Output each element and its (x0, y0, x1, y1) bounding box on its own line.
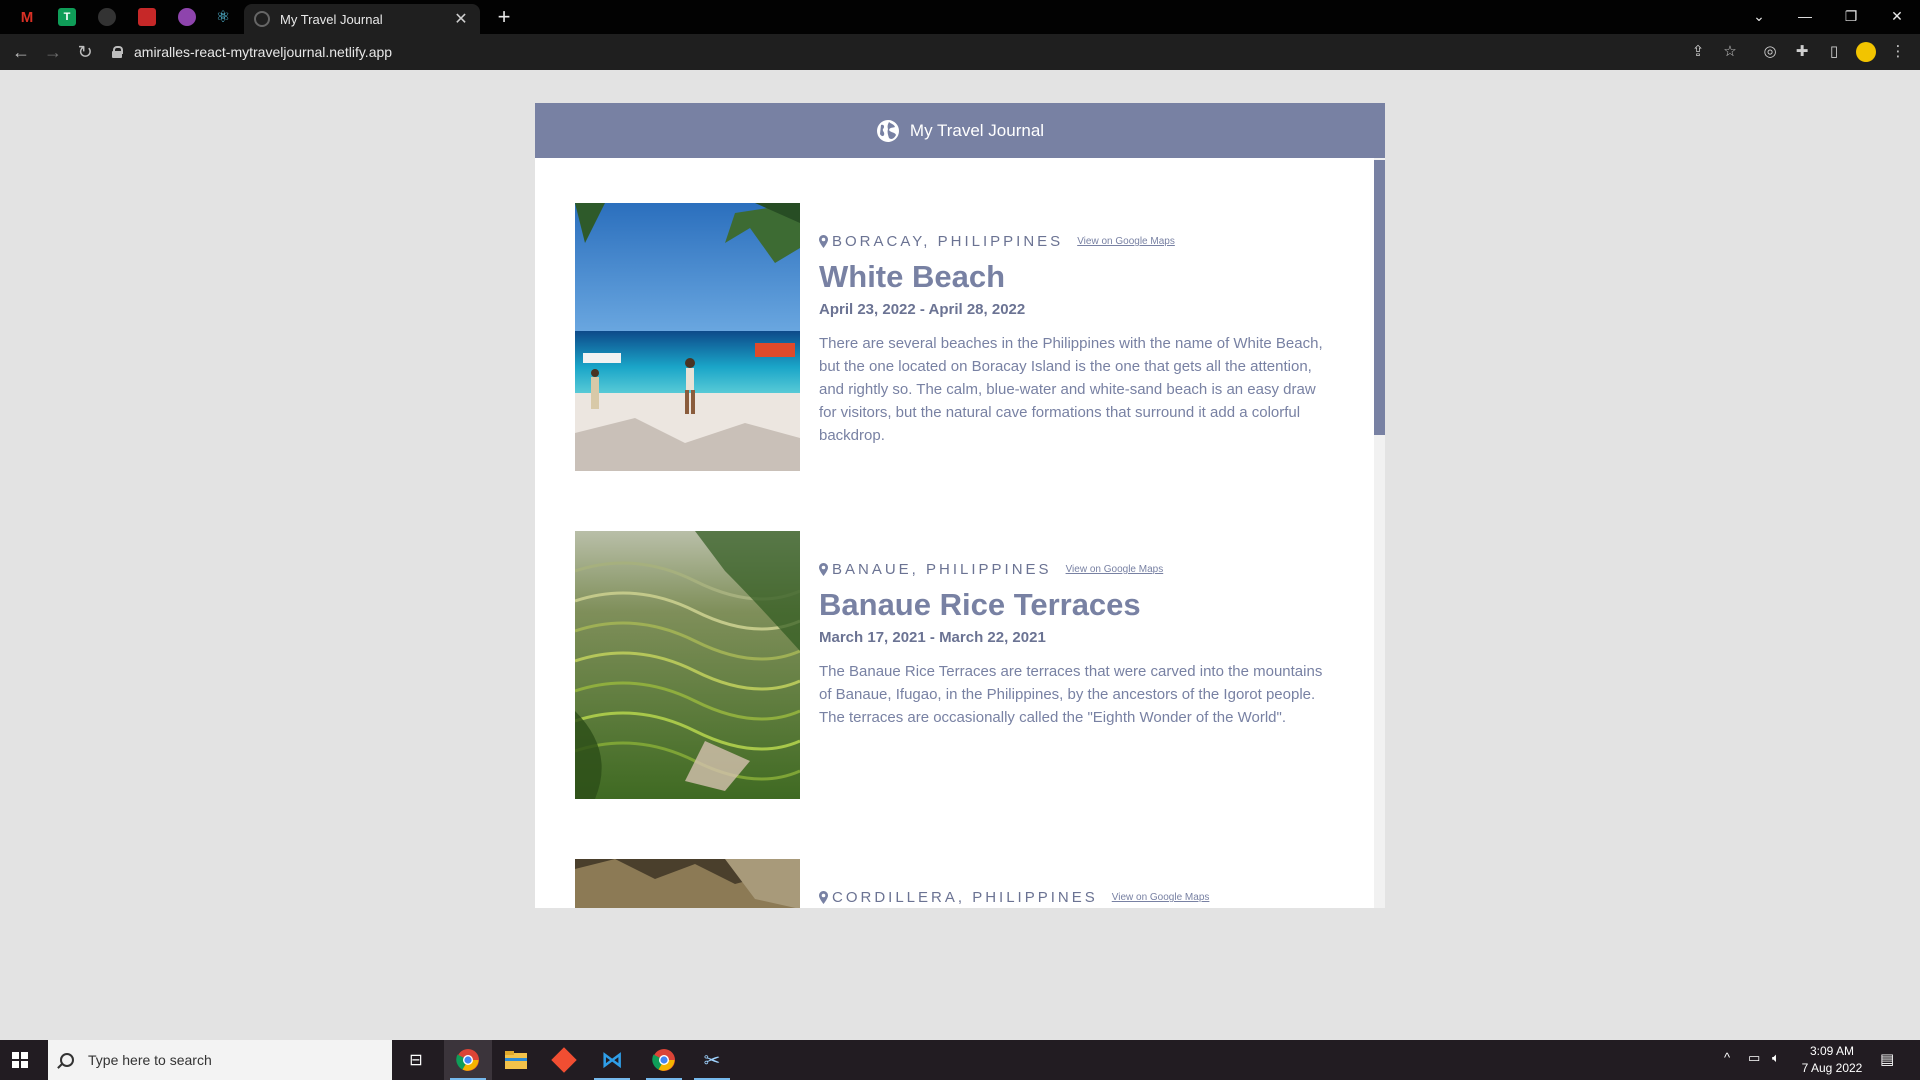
travel-journal-app: My Travel Journal BORACAY, PHILIPPINES V… (535, 103, 1385, 908)
notification-icon[interactable]: ▤ (1880, 1050, 1894, 1068)
extension-target-icon[interactable]: ◎ (1760, 42, 1780, 62)
vscode-button[interactable]: ⋈ (588, 1040, 636, 1080)
extensions-puzzle-icon[interactable]: ✚ (1792, 42, 1812, 62)
profile-avatar[interactable] (1856, 42, 1876, 62)
restore-button[interactable]: ❐ (1828, 2, 1874, 30)
close-tab-icon[interactable]: ✕ (452, 9, 470, 29)
purple-app-tab[interactable] (172, 5, 202, 29)
location-pin-icon (819, 563, 828, 576)
purple-app-icon (178, 8, 196, 26)
google-maps-link[interactable]: View on Google Maps (1112, 892, 1210, 903)
github-tab[interactable] (92, 5, 122, 29)
new-tab-button[interactable]: + (492, 6, 516, 30)
banaue-rice-terraces-photo (575, 531, 800, 799)
chrome-icon (456, 1049, 479, 1071)
close-window-button[interactable]: ✕ (1874, 2, 1920, 30)
windows-taskbar: Type here to search ⊟ ⋈ ✂ ^ ▭ 🔈︎ 3:09 AM… (0, 1040, 1920, 1080)
entry-location: BANAUE, PHILIPPINES (832, 561, 1052, 578)
snipping-icon: ✂ (703, 1049, 721, 1072)
entry-description: The Banaue Rice Terraces are terraces th… (819, 663, 1323, 726)
file-explorer-button[interactable] (492, 1040, 540, 1080)
bookmark-star-icon[interactable]: ☆ (1720, 42, 1740, 62)
git-app-button[interactable] (540, 1040, 588, 1080)
chrome-taskbar-button[interactable] (444, 1040, 492, 1080)
journal-entry: BANAUE, PHILIPPINES View on Google Maps … (575, 531, 1345, 799)
react-icon: ⚛ (215, 9, 231, 26)
globe-icon (876, 119, 899, 142)
gmail-tab[interactable]: M (12, 5, 42, 29)
forward-button[interactable]: → (40, 40, 66, 64)
location-pin-icon (819, 891, 828, 904)
entry-dates: April 23, 2022 - April 28, 2022 (819, 301, 1026, 318)
github-icon (98, 8, 116, 26)
search-placeholder: Type here to search (88, 1052, 212, 1068)
volume-icon[interactable]: 🔈︎ (1772, 1050, 1780, 1066)
journal-entry: CORDILLERA, PHILIPPINES View on Google M… (575, 859, 1345, 908)
minimize-button[interactable]: — (1782, 2, 1828, 30)
git-icon (551, 1047, 577, 1073)
taskbar-search[interactable]: Type here to search (48, 1040, 392, 1080)
share-icon[interactable]: ⇪ (1688, 42, 1708, 62)
windows-start-icon[interactable] (12, 1052, 28, 1068)
network-icon[interactable]: ▭ (1748, 1050, 1760, 1066)
entry-location: CORDILLERA, PHILIPPINES (832, 889, 1098, 906)
task-view-button[interactable]: ⊟ (392, 1040, 440, 1080)
url-field[interactable]: amiralles-react-mytraveljournal.netlify.… (112, 38, 1722, 66)
url-text: amiralles-react-mytraveljournal.netlify.… (134, 44, 393, 60)
reload-button[interactable]: ↻ (72, 40, 98, 64)
white-beach-photo (575, 203, 800, 471)
tab-favicon-icon (254, 11, 270, 27)
browser-tab-bar: M T ⚛ My Travel Journal ✕ + ⌄ — ❐ ✕ (0, 0, 1920, 34)
task-view-icon: ⊟ (409, 1052, 423, 1069)
chrome-icon (652, 1049, 675, 1071)
taskbar-clock[interactable]: 3:09 AM 7 Aug 2022 (1800, 1043, 1864, 1077)
menu-dots-icon[interactable]: ⋮ (1888, 42, 1908, 62)
entry-location: BORACAY, PHILIPPINES (832, 233, 1064, 250)
sheets-tab[interactable]: T (52, 5, 82, 29)
clock-date: 7 Aug 2022 (1801, 1061, 1863, 1075)
red-app-tab[interactable] (132, 5, 162, 29)
entry-title: Banaue Rice Terraces (819, 587, 1141, 622)
app-header: My Travel Journal (535, 103, 1385, 158)
clock-time: 3:09 AM (1809, 1044, 1855, 1058)
lock-icon (112, 46, 123, 58)
search-icon (60, 1053, 74, 1067)
sheets-icon: T (58, 8, 76, 26)
entry-dates: March 17, 2021 - March 22, 2021 (819, 629, 1046, 646)
entry-description: There are several beaches in the Philipp… (819, 335, 1323, 444)
back-button[interactable]: ← (8, 40, 34, 64)
google-maps-link[interactable]: View on Google Maps (1077, 236, 1175, 247)
active-tab[interactable]: My Travel Journal ✕ (244, 4, 480, 34)
entry-info: BANAUE, PHILIPPINES View on Google Maps … (819, 531, 1333, 799)
react-tab[interactable]: ⚛ (208, 5, 238, 29)
red-app-icon (138, 8, 156, 26)
location-pin-icon (819, 235, 828, 248)
cordillera-photo (575, 859, 800, 908)
vscode-icon: ⋈ (601, 1047, 623, 1072)
entry-info: CORDILLERA, PHILIPPINES View on Google M… (819, 859, 1209, 908)
entry-info: BORACAY, PHILIPPINES View on Google Maps… (819, 203, 1333, 471)
entry-title: White Beach (819, 259, 1006, 294)
gmail-icon: M (20, 8, 34, 26)
snipping-tool-button[interactable]: ✂ (688, 1040, 736, 1080)
journal-entry: BORACAY, PHILIPPINES View on Google Maps… (575, 203, 1345, 471)
tab-search-icon[interactable]: ⌄ (1736, 2, 1782, 30)
side-panel-icon[interactable]: ▯ (1824, 42, 1844, 62)
app-title: My Travel Journal (909, 120, 1045, 140)
tray-chevron-icon[interactable]: ^ (1724, 1050, 1730, 1065)
google-maps-link[interactable]: View on Google Maps (1066, 564, 1164, 575)
scrollbar-thumb[interactable] (1374, 160, 1385, 435)
folder-icon (505, 1051, 527, 1069)
chrome-profile-button[interactable] (640, 1040, 688, 1080)
address-bar: ← → ↻ amiralles-react-mytraveljournal.ne… (0, 34, 1920, 70)
tab-title: My Travel Journal (280, 11, 383, 27)
